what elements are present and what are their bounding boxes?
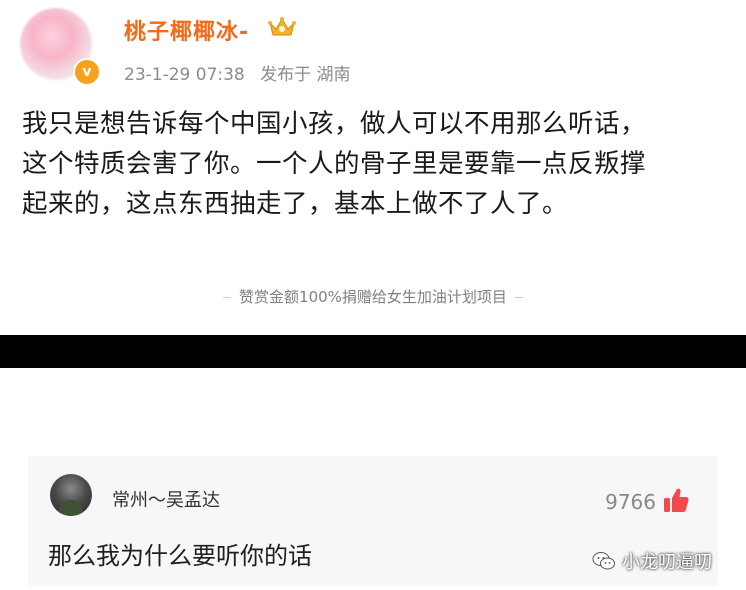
- post-location: 发布于 湖南: [260, 65, 351, 85]
- watermark: 小龙叨逼叨: [592, 548, 712, 574]
- wechat-icon: [592, 552, 615, 570]
- post-body: 我只是想告诉每个中国小孩，做人可以不用那么听话， 这个特质会害了你。一个人的骨子…: [22, 104, 734, 224]
- post-timestamp: 23-1-29 07:38: [124, 65, 245, 85]
- thumbs-up-icon[interactable]: [662, 486, 690, 514]
- post-body-line: 我只是想告诉每个中国小孩，做人可以不用那么听话，: [22, 109, 647, 139]
- weibo-post: v 桃子椰椰冰- 23-1-29 07:38 发布于 湖南 我只是想告诉每个中国…: [0, 0, 746, 335]
- reward-rule-left: [223, 297, 232, 298]
- post-body-line: 这个特质会害了你。一个人的骨子里是要靠一点反叛撑: [22, 149, 647, 179]
- verified-badge-icon: v: [73, 58, 101, 86]
- like-count: 9766: [605, 490, 656, 514]
- commenter-name[interactable]: 常州～吴孟达: [112, 486, 220, 512]
- crown-icon: [268, 17, 296, 36]
- watermark-text: 小龙叨逼叨: [622, 552, 712, 573]
- commenter-avatar[interactable]: [50, 474, 92, 516]
- black-divider-bar: [0, 335, 746, 368]
- post-meta: 23-1-29 07:38 发布于 湖南: [124, 60, 351, 85]
- reward-rule-right: [514, 297, 523, 298]
- comment-text: 那么我为什么要听你的话: [48, 542, 312, 570]
- post-body-line: 起来的，这点东西抽走了，基本上做不了人了。: [22, 189, 569, 219]
- blank-gap: [0, 368, 746, 456]
- reward-text: 赞赏金额100%捐赠给女生加油计划项目: [239, 288, 507, 306]
- post-username[interactable]: 桃子椰椰冰-: [124, 14, 249, 46]
- reward-info[interactable]: 赞赏金额100%捐赠给女生加油计划项目: [0, 286, 746, 307]
